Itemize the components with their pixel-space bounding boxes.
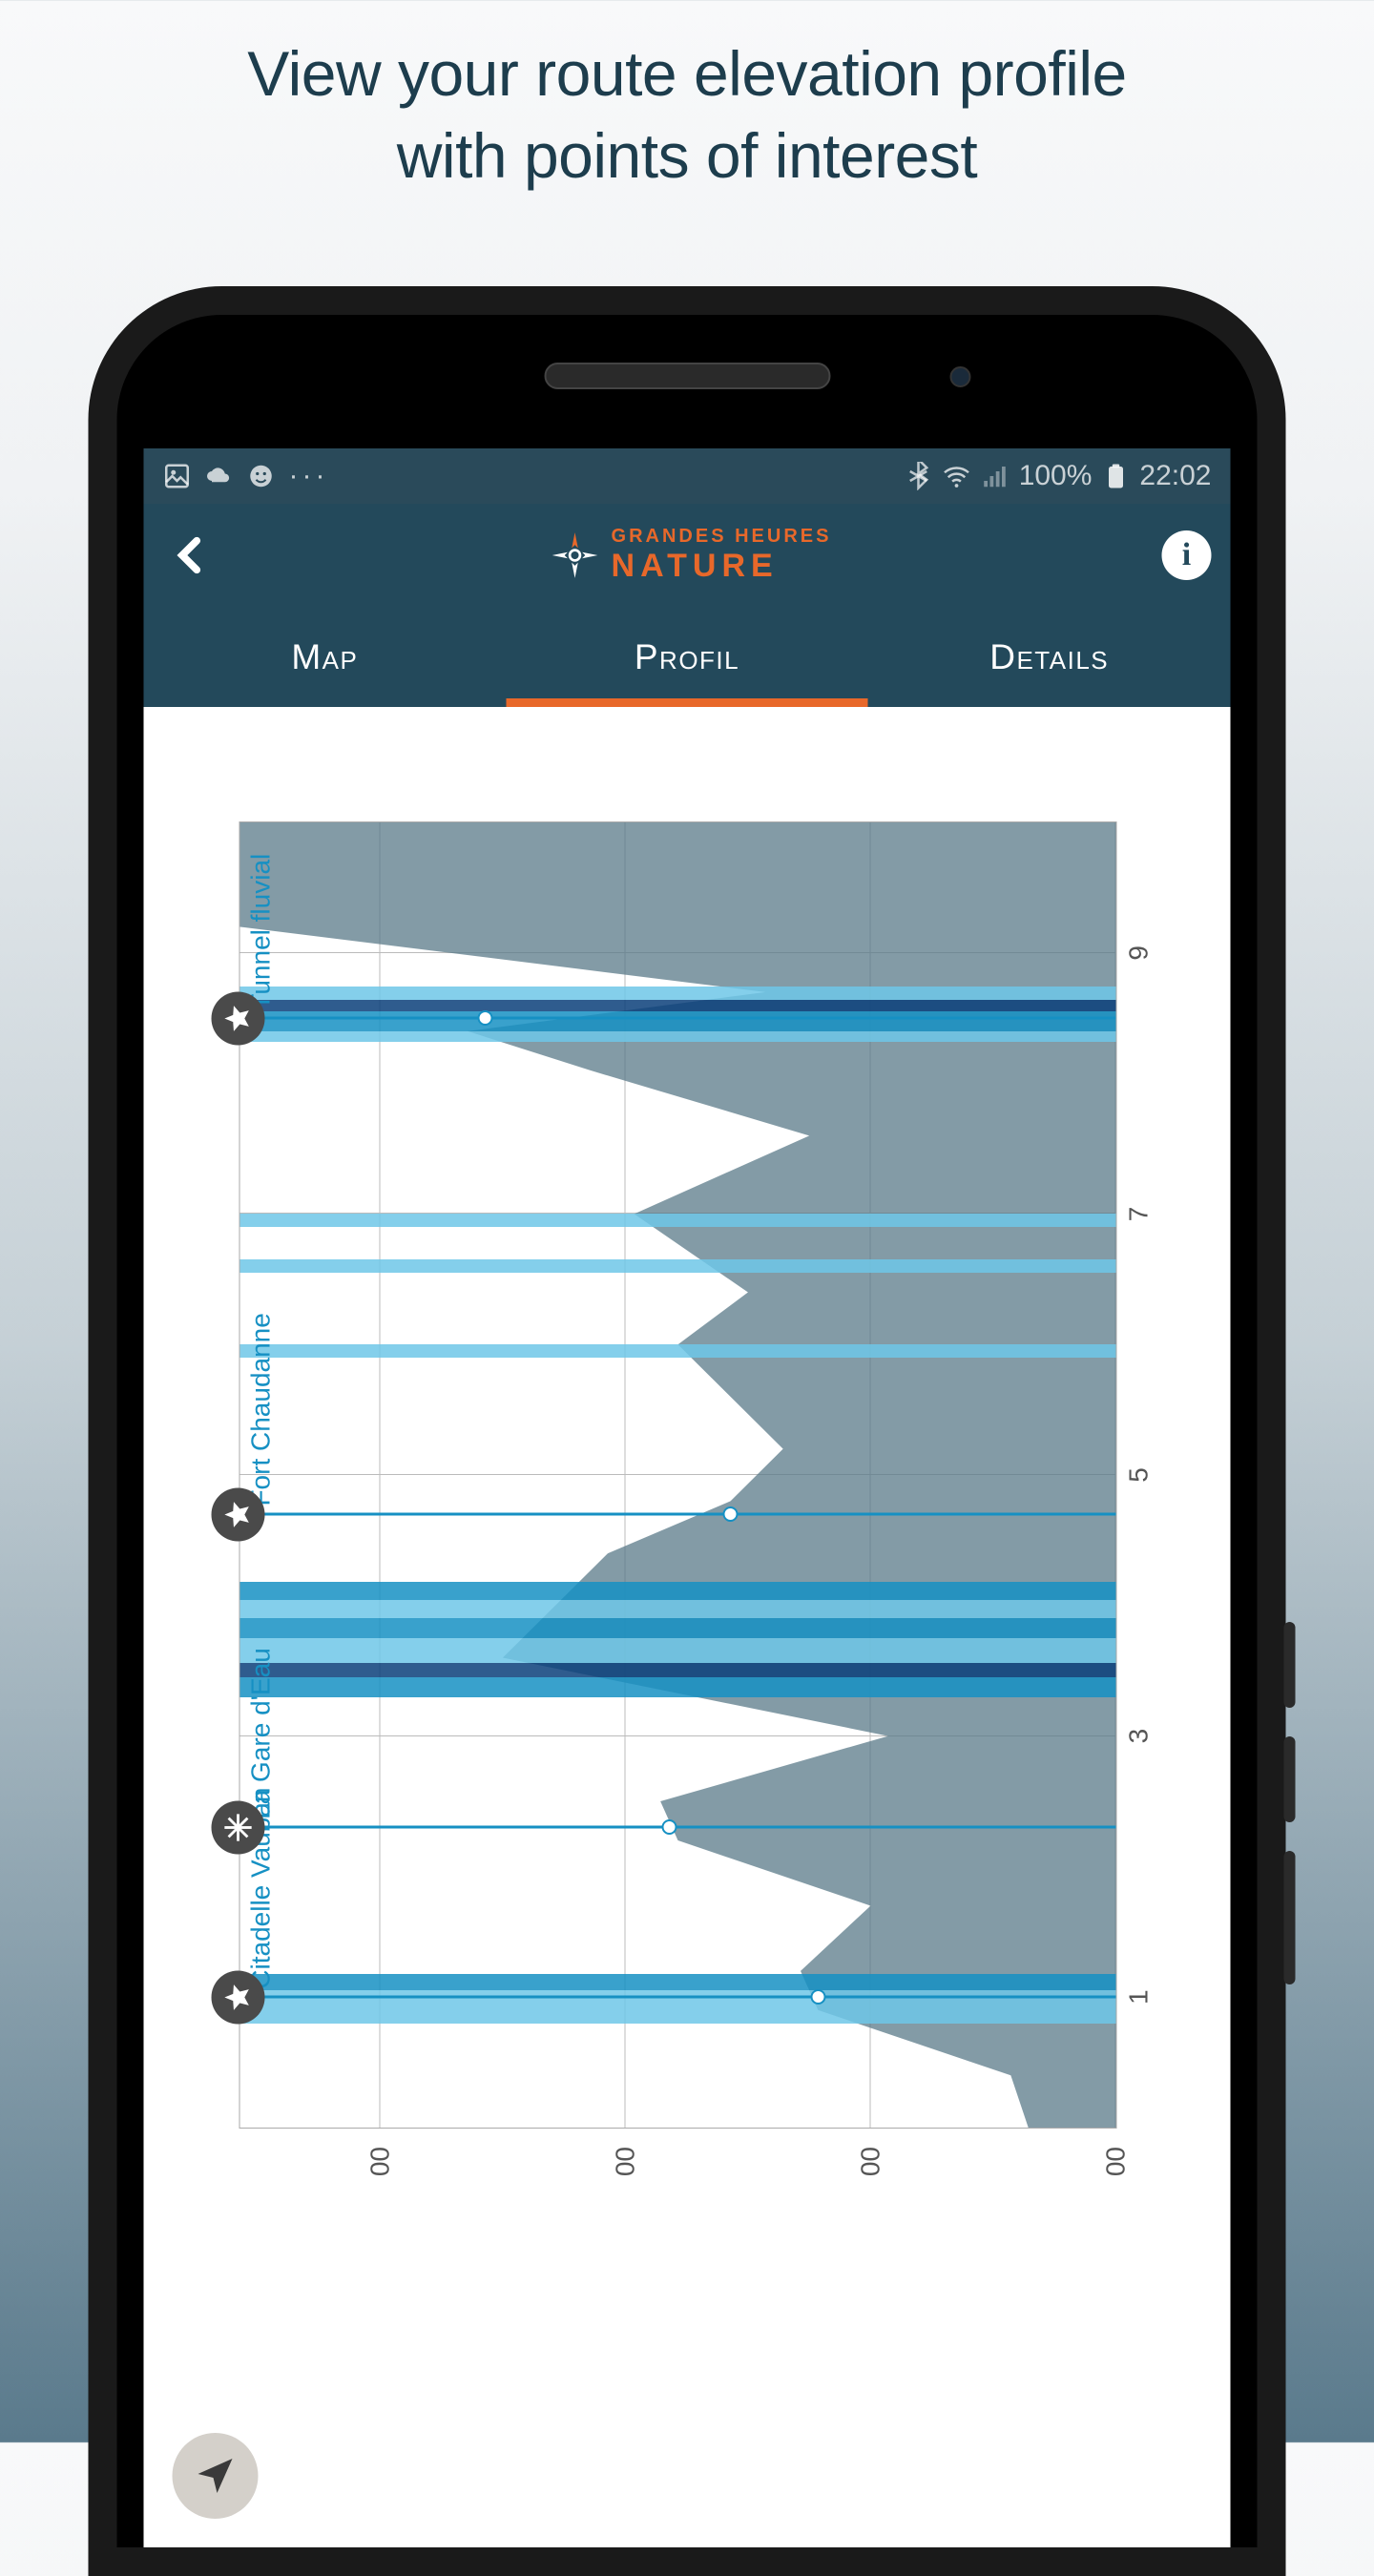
poi-elevation-dot: [810, 1989, 825, 2005]
grade-segment: [240, 1000, 1116, 1011]
y-tick-label: 00: [364, 2147, 395, 2204]
grade-segment: [240, 987, 1116, 1000]
grade-segment: [240, 1011, 1116, 1031]
poi-label: Tunnel fluvial: [246, 854, 277, 1010]
gallery-icon: [163, 462, 192, 490]
phone-frame: ··· 100% 22:02: [89, 286, 1286, 2576]
tab-bar: Map Profil Details: [144, 607, 1231, 707]
wifi-icon: [943, 462, 971, 490]
active-tab-indicator: [506, 698, 868, 707]
poi-label: La Gare d'Eau: [246, 1648, 277, 1819]
grade-segment: [240, 1582, 1116, 1600]
promo-line2: with points of interest: [397, 120, 977, 191]
battery-percent: 100%: [1019, 460, 1093, 492]
poi-marker[interactable]: Tunnel fluvial: [240, 1017, 1116, 1020]
grade-segment: [240, 1974, 1116, 1991]
grade-segment: [240, 1600, 1116, 1618]
tab-profil[interactable]: Profil: [506, 607, 868, 707]
back-button[interactable]: [163, 527, 220, 584]
tab-map[interactable]: Map: [144, 607, 507, 707]
poi-label: Fort Chaudanne: [246, 1313, 277, 1506]
grade-segment: [240, 1663, 1116, 1677]
grade-segment: [240, 1214, 1116, 1227]
phone-speaker: [544, 363, 830, 389]
x-tick-label: 5: [1124, 1467, 1155, 1483]
poi-elevation-dot: [478, 1010, 493, 1026]
grade-segment: [240, 1618, 1116, 1638]
grade-segment: [240, 1677, 1116, 1697]
star-icon: [212, 991, 265, 1045]
poi-guideline: [240, 1826, 1116, 1829]
volume-down: [1284, 1736, 1296, 1822]
poi-elevation-dot: [661, 1819, 677, 1835]
locate-me-button[interactable]: [173, 2433, 259, 2519]
emoji-icon: [247, 462, 276, 490]
star-icon: [212, 1487, 265, 1541]
volume-up: [1284, 1622, 1296, 1708]
info-icon: i: [1182, 537, 1191, 573]
poi-elevation-dot: [723, 1506, 739, 1522]
app-screen: ··· 100% 22:02: [144, 448, 1231, 2547]
x-tick-label: 1: [1124, 1989, 1155, 2005]
logo-subtitle: GRANDES HEURES: [612, 526, 832, 548]
y-tick-label: 00: [1101, 2147, 1132, 2204]
info-button[interactable]: i: [1162, 530, 1212, 580]
promo-line1: View your route elevation profile: [247, 38, 1127, 109]
promo-headline: View your route elevation profile with p…: [0, 0, 1374, 197]
phone-front-camera: [950, 366, 971, 387]
more-notifications: ···: [289, 460, 329, 492]
signal-icon: [981, 462, 1010, 490]
tab-details[interactable]: Details: [868, 607, 1231, 707]
x-tick-label: 7: [1124, 1207, 1155, 1222]
grade-segment: [240, 1638, 1116, 1663]
grade-segment: [240, 1344, 1116, 1358]
grade-segment: [240, 1031, 1116, 1042]
grade-segment: [240, 1259, 1116, 1273]
location-arrow-icon: [193, 2453, 239, 2499]
phone-side-buttons: [1284, 1622, 1296, 2013]
phone-bezel: ··· 100% 22:02: [117, 315, 1258, 2547]
power-button: [1284, 1851, 1296, 1984]
poi-marker[interactable]: La Gare d'Eau: [240, 1826, 1116, 1829]
bluetooth-icon: [905, 462, 933, 490]
compass-icon: [551, 530, 600, 580]
poi-marker[interactable]: Fort Chaudanne: [240, 1513, 1116, 1516]
chart-grid: 1357900000000Citadelle VaubanLa Gare d'E…: [239, 821, 1117, 2129]
battery-icon: [1101, 462, 1130, 490]
poi-marker[interactable]: Citadelle Vauban: [240, 1996, 1116, 1999]
app-header: GRANDES HEURES NATURE i: [144, 504, 1231, 607]
status-bar: ··· 100% 22:02: [144, 448, 1231, 504]
app-logo: GRANDES HEURES NATURE: [220, 526, 1162, 585]
star-icon: [212, 1970, 265, 2024]
poi-guideline: [240, 1017, 1116, 1020]
y-tick-label: 00: [855, 2147, 885, 2204]
cloud-icon: [205, 462, 234, 490]
x-tick-label: 3: [1124, 1729, 1155, 1744]
logo-title: NATURE: [612, 548, 832, 585]
y-tick-label: 00: [610, 2147, 640, 2204]
clock-time: 22:02: [1139, 460, 1211, 492]
viewpoint-icon: [212, 1800, 265, 1854]
chevron-left-icon: [170, 533, 214, 577]
elevation-chart[interactable]: 1 3 5 7 9 00 00 00 00 Citadelle Vauban La Gare d'E…: [144, 707, 1231, 2547]
x-tick-label: 9: [1124, 945, 1155, 961]
poi-guideline: [240, 1996, 1116, 1999]
poi-guideline: [240, 1513, 1116, 1516]
